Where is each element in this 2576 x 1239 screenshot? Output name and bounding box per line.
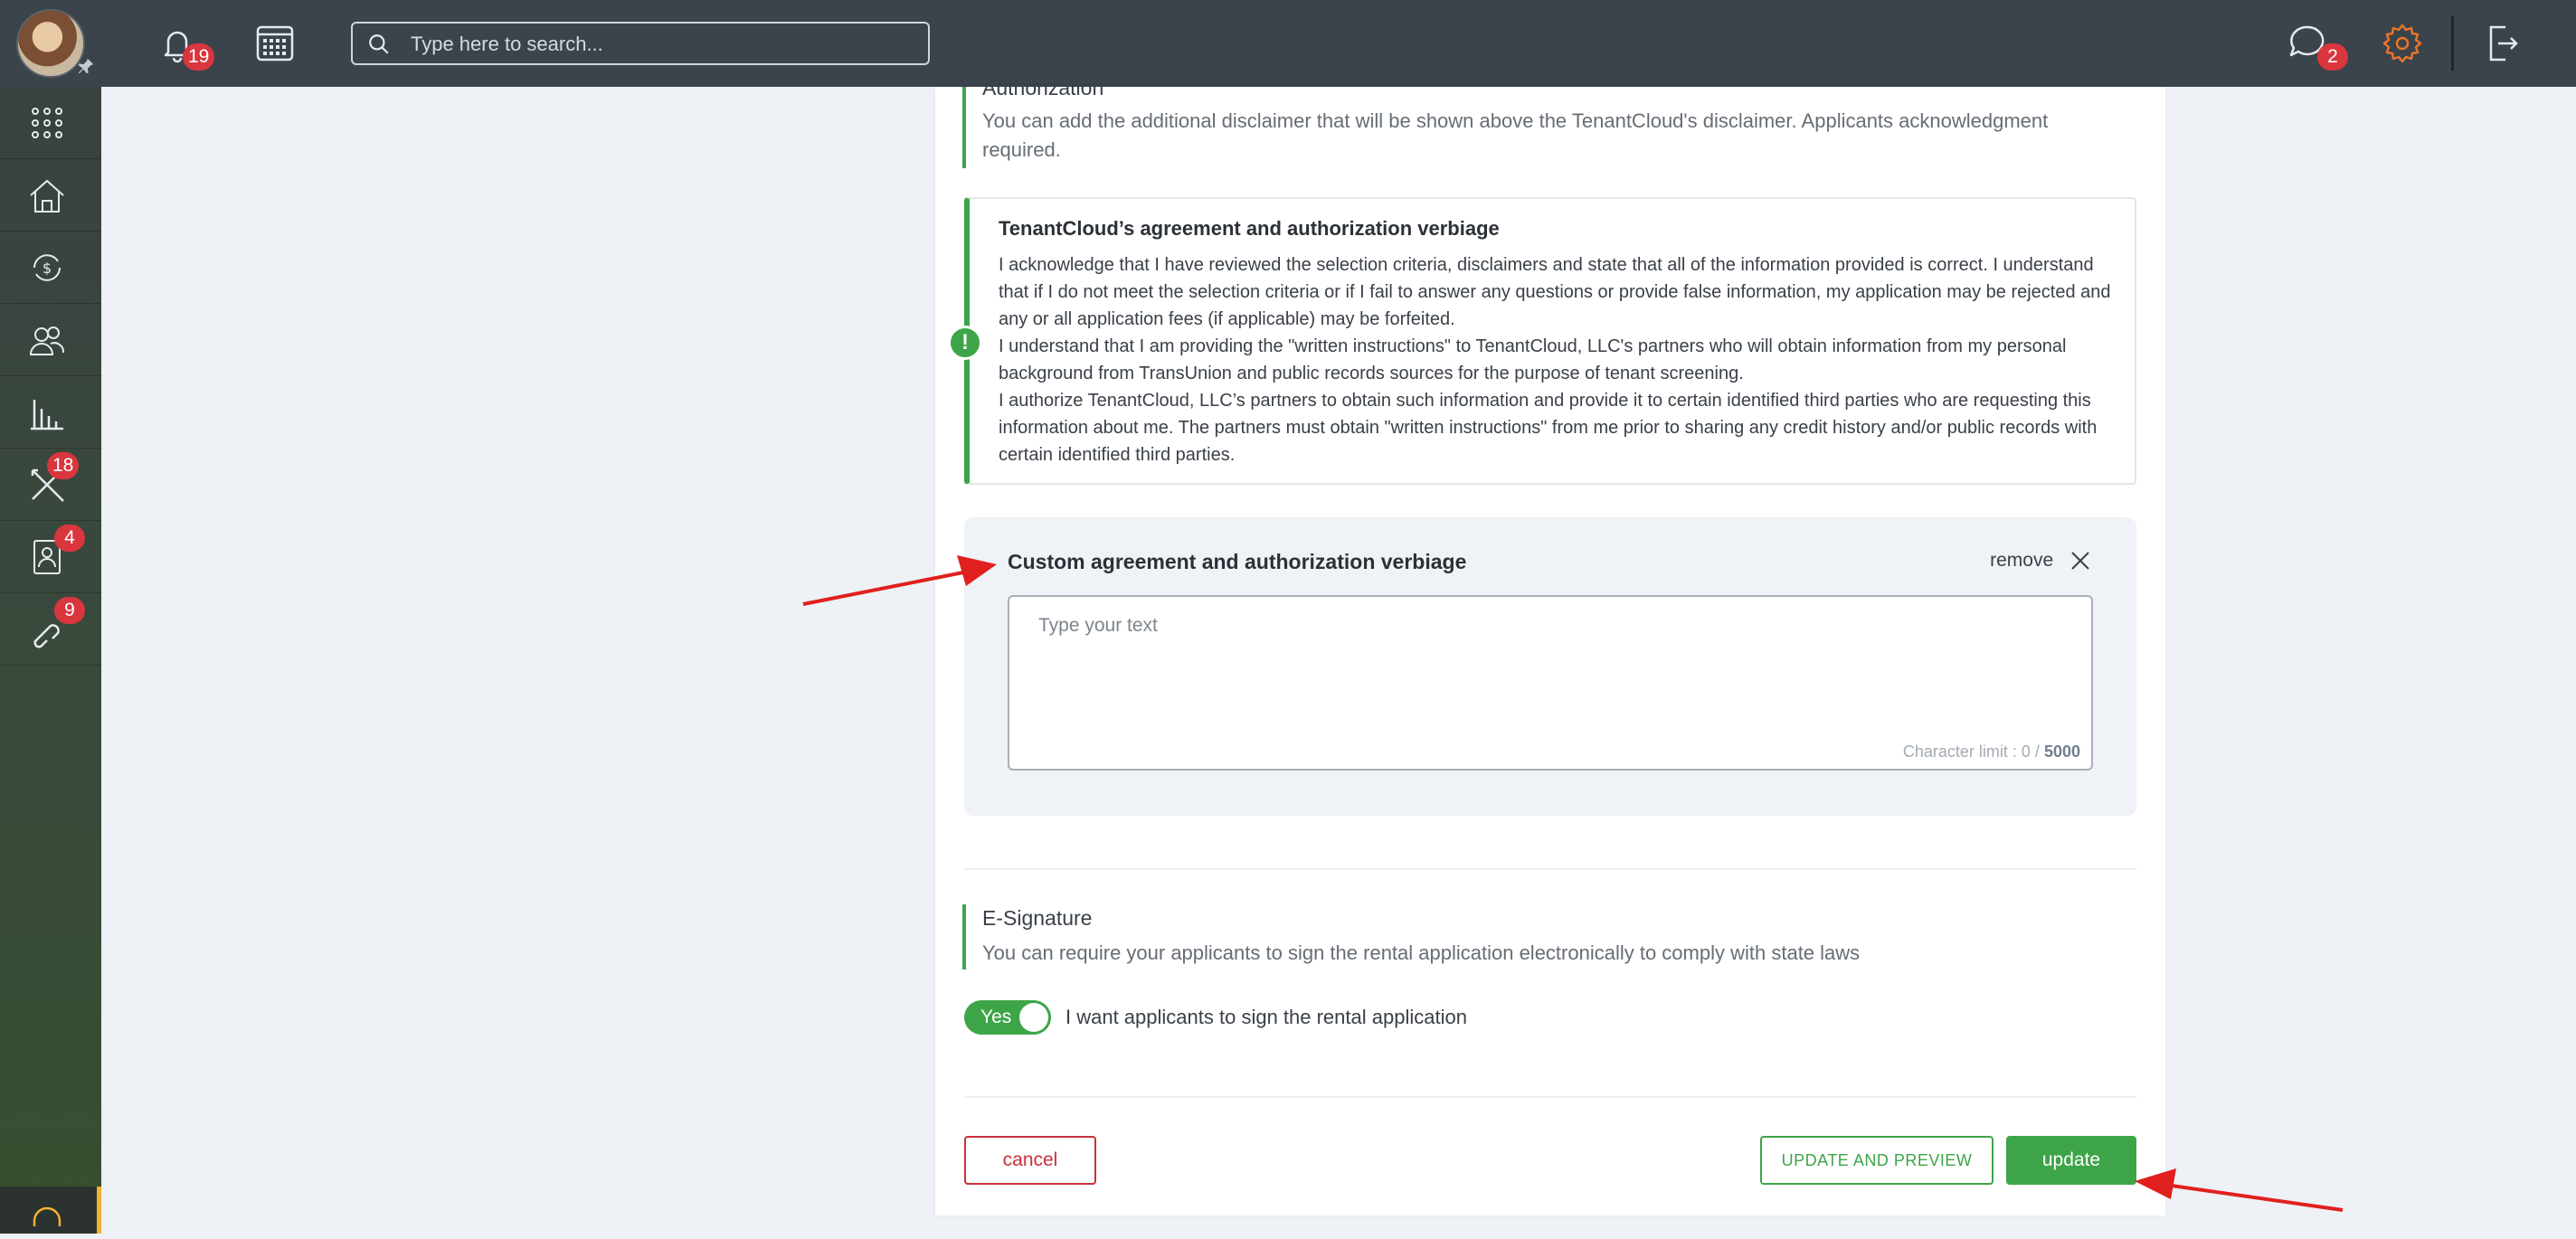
pin-icon[interactable] (76, 56, 96, 76)
authorization-title: Authorization (982, 76, 1104, 99)
close-icon (2071, 552, 2089, 571)
toggle-knob (1019, 1003, 1048, 1032)
sidebar-item-properties[interactable] (0, 159, 101, 232)
calendar-icon[interactable] (251, 20, 298, 67)
update-and-preview-button[interactable]: UPDATE AND PREVIEW (1760, 1136, 1994, 1185)
topbar-divider (2451, 16, 2454, 71)
cancel-button[interactable]: cancel (964, 1136, 1096, 1185)
apps-grid-icon (32, 108, 62, 138)
settings-gear-icon[interactable] (2379, 20, 2426, 67)
toggle-value: Yes (980, 1007, 1012, 1027)
sidebar-item-apps[interactable] (0, 87, 101, 159)
agreement-paragraph: I acknowledge that I have reviewed the s… (999, 255, 2111, 329)
search-icon (369, 34, 389, 54)
section-divider (964, 868, 2136, 870)
esignature-accent (962, 904, 966, 969)
custom-agreement-field[interactable]: Character limit : 0 / 5000 (1008, 595, 2093, 771)
esignature-toggle-label: I want applicants to sign the rental app… (1065, 1006, 1467, 1028)
custom-agreement-textarea[interactable] (1037, 613, 2062, 725)
search-input[interactable] (409, 29, 919, 60)
svg-text:$: $ (43, 260, 52, 277)
sidebar-item-reports[interactable] (0, 376, 101, 449)
agreement-paragraph: I authorize TenantCloud, LLC’s partners … (999, 391, 2098, 465)
messages-icon[interactable]: 2 (2283, 20, 2348, 71)
top-bar: 19 2 (0, 0, 2576, 87)
remove-custom-agreement-button[interactable]: remove (1990, 550, 2091, 572)
tenantcloud-agreement-title: TenantCloud’s agreement and authorizatio… (999, 217, 1500, 240)
section-divider (964, 1096, 2136, 1098)
esignature-toggle[interactable]: Yes (964, 1000, 1051, 1035)
messages-badge: 2 (2317, 43, 2348, 71)
sidebar-item-applications[interactable]: 4 (0, 521, 101, 593)
applications-badge: 4 (54, 525, 85, 552)
sidebar: $ 18 4 9 (0, 87, 101, 1234)
remove-label: remove (1990, 550, 2054, 571)
leads-badge: 9 (54, 597, 85, 624)
search-box[interactable] (351, 22, 930, 65)
sidebar-item-maintenance[interactable]: 18 (0, 449, 101, 521)
annotation-arrow-icon (802, 555, 997, 606)
properties-icon (30, 179, 64, 213)
support-button[interactable] (0, 1187, 101, 1234)
maintenance-badge: 18 (47, 452, 80, 479)
custom-agreement-title: Custom agreement and authorization verbi… (1008, 550, 1467, 573)
accounting-icon: $ (33, 254, 61, 281)
annotation-arrow-icon (2135, 1168, 2344, 1212)
agreement-paragraph: I understand that I am providing the "wr… (999, 336, 2067, 383)
settings-card: Authorization You can add the additional… (935, 76, 2165, 1215)
esignature-title: E-Signature (982, 906, 1093, 930)
authorization-description: You can add the additional disclaimer th… (982, 109, 2049, 161)
tenantcloud-agreement-text: I acknowledge that I have reviewed the s… (999, 251, 2120, 468)
custom-agreement-box: Custom agreement and authorization verbi… (964, 517, 2136, 816)
sidebar-item-leads[interactable]: 9 (0, 593, 101, 666)
exclamation-icon: ! (948, 326, 982, 360)
sidebar-item-contacts[interactable] (0, 304, 101, 376)
reports-icon (31, 400, 63, 430)
contacts-icon (29, 326, 65, 355)
notifications-bell-icon[interactable]: 19 (154, 20, 215, 71)
esignature-description: You can require your applicants to sign … (982, 941, 1861, 964)
sidebar-item-accounting[interactable]: $ (0, 232, 101, 304)
character-limit-max: 5000 (2043, 742, 2080, 761)
character-limit: Character limit : 0 / 5000 (1902, 742, 2080, 761)
notifications-badge: 19 (183, 43, 215, 71)
tenantcloud-agreement-box: ! TenantCloud’s agreement and authorizat… (948, 197, 2136, 485)
update-button[interactable]: update (2006, 1136, 2136, 1185)
headset-icon (33, 1206, 62, 1226)
logout-icon[interactable] (2478, 20, 2525, 67)
authorization-accent (962, 87, 966, 168)
user-avatar[interactable] (16, 9, 85, 78)
